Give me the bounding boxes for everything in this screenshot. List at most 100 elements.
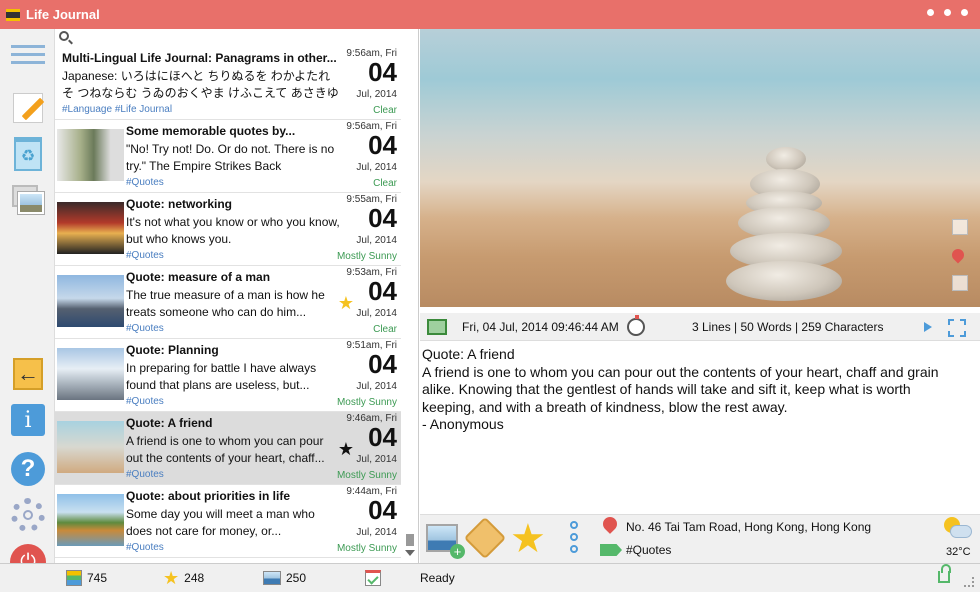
scroll-down-arrow-icon[interactable] xyxy=(405,550,415,556)
entry-day: 04 xyxy=(368,422,397,452)
new-entry-button[interactable] xyxy=(9,89,47,127)
entry-content[interactable]: Quote: A friend A friend is one to whom … xyxy=(422,346,972,434)
favorites-count[interactable]: ★ 248 xyxy=(163,567,204,588)
photo-tools xyxy=(949,219,970,305)
entry-info-bar: Fri, 04 Jul, 2014 09:46:44 AM 3 Lines | … xyxy=(420,313,980,341)
partly-cloudy-icon[interactable] xyxy=(942,517,972,541)
dot-icon xyxy=(927,9,934,16)
journal-app-icon xyxy=(6,8,20,21)
entry-day: 04 xyxy=(368,203,397,233)
photos-count[interactable]: 250 xyxy=(263,569,306,587)
crop-icon[interactable] xyxy=(952,219,968,235)
play-icon[interactable] xyxy=(924,322,932,332)
entry-preview: It's not what you know or who you know, … xyxy=(126,215,340,246)
logout-button[interactable]: ← xyxy=(9,355,47,393)
entry-thumbnail xyxy=(57,202,124,254)
entry-content-line: alike. Knowing that the gentlest of hand… xyxy=(422,381,911,397)
recycle-bin-button[interactable]: ♻ xyxy=(9,135,47,173)
menu-button[interactable] xyxy=(9,35,47,73)
dot-icon xyxy=(944,9,951,16)
entry-weather: Mostly Sunny xyxy=(336,397,397,408)
entry-tags[interactable]: #Language #Life Journal xyxy=(62,104,172,115)
entry-thumbnail xyxy=(57,421,124,473)
entry-list-item[interactable]: Multi-Lingual Life Journal: Panagrams in… xyxy=(55,47,401,120)
location-pin-icon[interactable] xyxy=(949,246,967,264)
entry-preview: A friend is one to whom you can pour out… xyxy=(126,434,325,465)
entry-photo[interactable] xyxy=(420,29,980,307)
entry-list-scrollbar[interactable] xyxy=(404,47,416,563)
photos-button[interactable] xyxy=(9,181,47,219)
entry-location[interactable]: No. 46 Tai Tam Road, Hong Kong, Hong Kon… xyxy=(626,520,871,534)
entry-tags[interactable]: #Quotes xyxy=(126,396,164,407)
entry-list-item[interactable]: Quote: Planning In preparing for battle I… xyxy=(55,339,401,412)
dot-icon xyxy=(961,9,968,16)
window-title: Life Journal xyxy=(26,7,100,22)
favorite-star-icon[interactable]: ★ xyxy=(338,294,354,312)
entry-date-time: Fri, 04 Jul, 2014 09:46:44 AM xyxy=(462,320,619,334)
search-icon[interactable] xyxy=(59,31,69,41)
calendar-icon[interactable] xyxy=(427,318,447,335)
alarm-clock-icon[interactable] xyxy=(627,315,645,336)
entry-body: Quote: Planning In preparing for battle I… xyxy=(126,343,340,394)
fullscreen-icon[interactable] xyxy=(948,319,966,337)
entry-month-year: Jul, 2014 xyxy=(356,454,397,465)
entry-tags[interactable]: #Quotes xyxy=(126,542,164,553)
entry-list-item[interactable]: Quote: about priorities in life Some day … xyxy=(55,485,401,558)
entry-title: Quote: A friend xyxy=(126,416,213,430)
entry-tags[interactable]: #Quotes xyxy=(626,543,671,557)
entry-list-item[interactable]: Quote: A friend A friend is one to whom y… xyxy=(55,412,401,485)
todo-button[interactable] xyxy=(365,569,381,587)
entry-day: 04 xyxy=(368,276,397,306)
stone xyxy=(726,261,842,301)
entry-tags[interactable]: #Quotes xyxy=(126,469,164,480)
entry-list-item[interactable]: Quote: networking It's not what you know … xyxy=(55,193,401,266)
entry-weather: Mostly Sunny xyxy=(336,251,397,262)
add-photo-icon[interactable] xyxy=(426,524,465,559)
entry-tags[interactable]: #Quotes xyxy=(126,250,164,261)
entry-title: Quote: Planning xyxy=(126,343,219,357)
tags-icon[interactable] xyxy=(463,516,507,560)
entry-content-title: Quote: A friend xyxy=(422,346,515,362)
info-button[interactable]: i xyxy=(9,401,47,439)
star-icon: ★ xyxy=(163,567,180,588)
favorite-star-icon[interactable]: ★ xyxy=(510,515,546,563)
entry-content-line: A friend is one to whom you can pour out… xyxy=(422,363,939,380)
photos-count-value: 250 xyxy=(286,571,307,585)
entries-count[interactable]: 745 xyxy=(66,569,107,587)
entry-preview: Japanese: いろはにほへと ちりぬるを わかよたれそ つねならむ うゐの… xyxy=(62,69,339,100)
temperature: 32°C xyxy=(946,546,971,558)
more-options-icon[interactable] xyxy=(570,521,580,557)
entry-tags[interactable]: #Quotes xyxy=(126,323,164,334)
lock-icon[interactable] xyxy=(938,564,951,583)
settings-button[interactable] xyxy=(9,496,47,534)
entry-thumbnail xyxy=(57,494,124,546)
scroll-thumb[interactable] xyxy=(406,534,414,546)
entry-thumbnail xyxy=(57,129,124,181)
photo-gallery-icon[interactable] xyxy=(952,275,968,291)
entry-month-year: Jul, 2014 xyxy=(356,89,397,100)
entry-preview: The true measure of a man is how he trea… xyxy=(126,288,325,319)
entry-list-panel: Multi-Lingual Life Journal: Panagrams in… xyxy=(55,29,419,563)
entry-tags[interactable]: #Quotes xyxy=(126,177,164,188)
help-button[interactable]: ? xyxy=(9,450,47,488)
photos-icon xyxy=(12,185,44,215)
entry-title: Multi-Lingual Life Journal: Panagrams in… xyxy=(62,51,337,65)
gear-icon xyxy=(11,498,45,532)
entry-list-item[interactable]: Quote: measure of a man The true measure … xyxy=(55,266,401,339)
entry-content-line: keeping, and with a breath of kindness, … xyxy=(422,398,788,415)
pencil-icon xyxy=(13,93,43,123)
entry-day: 04 xyxy=(368,57,397,87)
search-bar[interactable] xyxy=(55,29,418,47)
favorite-star-icon[interactable]: ★ xyxy=(338,440,354,458)
entry-weather: Clear xyxy=(373,324,397,335)
entries-count-value: 745 xyxy=(87,571,108,585)
entries-icon xyxy=(66,570,82,586)
resize-grip-icon[interactable] xyxy=(964,577,974,587)
entry-list-item[interactable]: Some memorable quotes by... "No! Try not!… xyxy=(55,120,401,193)
entry-body: Quote: networking It's not what you know … xyxy=(126,197,340,248)
entry-day: 04 xyxy=(368,130,397,160)
entry-stats: 3 Lines | 50 Words | 259 Characters xyxy=(692,320,884,334)
entry-preview: "No! Try not! Do. Or do not. There is no… xyxy=(126,142,335,173)
entry-month-year: Jul, 2014 xyxy=(356,308,397,319)
window-menu-button[interactable] xyxy=(927,9,968,16)
